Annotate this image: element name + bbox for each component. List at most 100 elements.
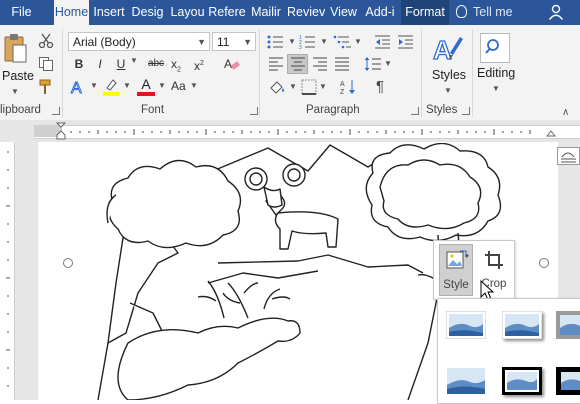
picture-style-thick-black-frame[interactable] — [556, 367, 580, 395]
collapse-ribbon-icon[interactable]: ∧ — [562, 107, 569, 118]
text-effects-dropdown-icon[interactable]: ▼ — [90, 81, 98, 90]
svg-text:A: A — [433, 35, 452, 65]
styles-dialog-launcher[interactable] — [462, 107, 470, 115]
styles-icon[interactable]: A — [432, 33, 464, 65]
align-center-button[interactable] — [287, 54, 308, 74]
decrease-indent-icon[interactable] — [374, 34, 392, 50]
align-left-icon[interactable] — [268, 57, 284, 71]
svg-text:A: A — [71, 80, 82, 96]
numbering-icon[interactable]: 123 — [299, 34, 319, 50]
group-separator — [472, 29, 473, 117]
copy-icon[interactable] — [38, 56, 54, 72]
group-separator — [421, 29, 422, 117]
tell-me-search[interactable]: Tell me — [456, 0, 513, 25]
font-name-value: Arial (Body) — [73, 35, 136, 49]
picture-style-simple-frame[interactable] — [446, 311, 486, 339]
find-icon[interactable] — [480, 33, 510, 63]
tab-review[interactable]: Reviev — [287, 0, 325, 25]
resize-handle-left[interactable] — [63, 258, 73, 268]
paragraph-group-label: Paragraph — [306, 104, 360, 116]
resize-handle-right[interactable] — [539, 258, 549, 268]
tab-mailings[interactable]: Mailir — [248, 0, 284, 25]
tab-references[interactable]: Refere — [208, 0, 246, 25]
editing-button[interactable]: Editing — [477, 66, 515, 80]
borders-dropdown-icon[interactable]: ▼ — [319, 82, 327, 91]
underline-dropdown-icon[interactable]: ▼ — [130, 56, 138, 65]
bullets-icon[interactable] — [267, 34, 287, 50]
picture-format-popup: ▼ Style Crop — [433, 240, 515, 300]
change-case-button[interactable]: Aa — [171, 79, 186, 93]
font-color-button[interactable]: A — [138, 76, 154, 92]
clear-formatting-icon[interactable]: A — [223, 56, 241, 72]
underline-button[interactable]: U — [111, 54, 131, 74]
group-separator — [259, 29, 260, 117]
font-dialog-launcher[interactable] — [250, 107, 258, 115]
layout-options-icon[interactable] — [557, 147, 580, 165]
picture-style-grey-frame[interactable] — [556, 311, 580, 339]
cut-icon[interactable] — [38, 33, 54, 49]
font-size-field[interactable]: 11 ▼ — [212, 32, 256, 51]
sort-icon[interactable]: AZ — [340, 78, 358, 96]
line-spacing-icon[interactable] — [364, 56, 382, 72]
format-painter-icon[interactable] — [38, 79, 54, 95]
font-color-swatch — [137, 92, 155, 96]
subscript-button[interactable]: x2 — [166, 54, 186, 74]
italic-button[interactable]: I — [90, 54, 110, 74]
horizontal-ruler[interactable] — [0, 120, 580, 143]
highlight-dropdown-icon[interactable]: ▼ — [123, 81, 131, 90]
font-name-field[interactable]: Arial (Body) ▼ — [68, 32, 210, 51]
clipboard-dialog-launcher[interactable] — [52, 107, 60, 115]
vertical-ruler[interactable] — [0, 142, 15, 400]
multilevel-dropdown-icon[interactable]: ▼ — [354, 37, 362, 46]
change-case-dropdown-icon[interactable]: ▼ — [190, 81, 198, 90]
styles-button[interactable]: Styles — [432, 68, 466, 82]
paste-icon — [4, 34, 27, 63]
tab-design[interactable]: Desig — [130, 0, 165, 25]
increase-indent-icon[interactable] — [397, 34, 415, 50]
line-spacing-dropdown-icon[interactable]: ▼ — [384, 59, 392, 68]
ribbon: Paste ▼ lipboard Arial (Body) ▼ 11 ▼ B I U… — [0, 25, 580, 121]
style-label: Style — [443, 279, 469, 291]
tab-file[interactable]: File — [0, 0, 43, 25]
paragraph-dialog-launcher[interactable] — [411, 107, 419, 115]
styles-dropdown-icon[interactable]: ▼ — [444, 86, 452, 95]
right-indent-marker-icon[interactable] — [546, 127, 556, 137]
tab-home[interactable]: Home — [54, 0, 89, 26]
bullets-dropdown-icon[interactable]: ▼ — [288, 37, 296, 46]
picture-style-black-frame[interactable] — [502, 367, 542, 395]
shading-icon[interactable] — [268, 79, 286, 95]
clipboard-group-label: lipboard — [0, 104, 41, 116]
ribbon-tab-bar: File Home Insert Desig Layou Refere Mail… — [0, 0, 580, 26]
font-color-dropdown-icon[interactable]: ▼ — [158, 81, 166, 90]
tab-add-ins[interactable]: Add-i — [362, 0, 398, 25]
tab-view[interactable]: View — [327, 0, 360, 25]
font-size-value: 11 — [217, 35, 230, 49]
user-account-icon[interactable] — [548, 4, 564, 20]
show-formatting-marks-icon[interactable]: ¶ — [376, 78, 384, 95]
paste-button[interactable]: Paste — [2, 69, 34, 83]
multilevel-list-icon[interactable] — [333, 34, 353, 50]
picture-styles-gallery — [437, 298, 580, 404]
paste-dropdown-icon[interactable]: ▼ — [11, 87, 19, 96]
picture-style-soft-edge[interactable] — [502, 311, 542, 339]
styles-group-label: Styles — [426, 104, 458, 116]
style-button[interactable]: ▼ Style — [439, 244, 473, 296]
text-effects-icon[interactable]: A — [69, 78, 87, 97]
strikethrough-button[interactable]: abc — [146, 54, 166, 74]
tab-layout[interactable]: Layou — [170, 0, 205, 25]
editing-dropdown-icon[interactable]: ▼ — [492, 84, 500, 93]
tab-insert[interactable]: Insert — [92, 0, 126, 25]
picture-style-plain[interactable] — [446, 367, 486, 395]
justify-icon[interactable] — [334, 57, 350, 71]
highlight-color-icon[interactable] — [102, 78, 120, 96]
tab-format[interactable]: Format — [401, 0, 449, 25]
svg-text:A: A — [340, 81, 345, 88]
shading-dropdown-icon[interactable]: ▼ — [289, 82, 297, 91]
align-right-icon[interactable] — [312, 57, 328, 71]
superscript-button[interactable]: x2 — [189, 54, 209, 74]
tell-me-label: Tell me — [473, 5, 513, 19]
borders-icon[interactable] — [301, 79, 317, 95]
bold-button[interactable]: B — [69, 54, 89, 74]
indent-marker-icon[interactable] — [56, 122, 66, 140]
numbering-dropdown-icon[interactable]: ▼ — [320, 37, 328, 46]
